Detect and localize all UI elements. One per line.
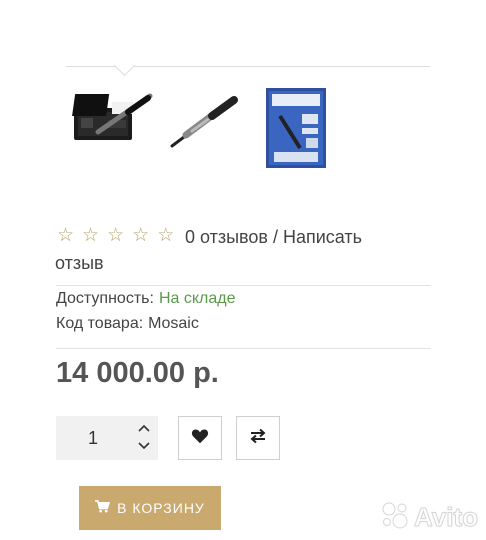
sku-row: Код товара: Mosaic — [56, 314, 199, 334]
add-to-wishlist-button[interactable] — [178, 416, 222, 460]
quantity-stepper — [130, 416, 158, 460]
thumbnail-brochure[interactable] — [266, 88, 326, 173]
divider — [56, 348, 431, 349]
product-price: 14 000.00 р. — [56, 357, 219, 389]
thumbnail-tattoo-pen[interactable] — [168, 88, 240, 155]
chevron-up-icon[interactable] — [137, 420, 151, 438]
sku-value: Mosaic — [148, 315, 199, 332]
sku-label: Код товара: — [56, 315, 144, 332]
compare-arrows-icon — [249, 428, 267, 449]
availability-label: Доступность: — [56, 290, 154, 307]
thumbnail-kit-case[interactable] — [72, 88, 154, 153]
reviews-link[interactable]: 0 отзывов / Написать отзыв — [55, 224, 395, 276]
shopping-cart-icon — [95, 500, 111, 516]
heart-icon — [191, 428, 209, 449]
add-to-cart-button[interactable]: В КОРЗИНУ — [79, 486, 221, 530]
availability-value: На складе — [158, 290, 236, 307]
avito-watermark: Avito — [380, 500, 479, 535]
avito-logo-icon — [380, 500, 410, 535]
add-to-cart-label: В КОРЗИНУ — [117, 500, 205, 516]
gallery-active-pointer — [113, 54, 136, 77]
availability-row: Доступность: На складе — [56, 289, 235, 309]
add-to-compare-button[interactable] — [236, 416, 280, 460]
quantity-input[interactable]: 1 — [56, 416, 130, 460]
chevron-down-icon[interactable] — [137, 438, 151, 456]
divider — [56, 285, 431, 286]
avito-watermark-text: Avito — [413, 502, 479, 533]
